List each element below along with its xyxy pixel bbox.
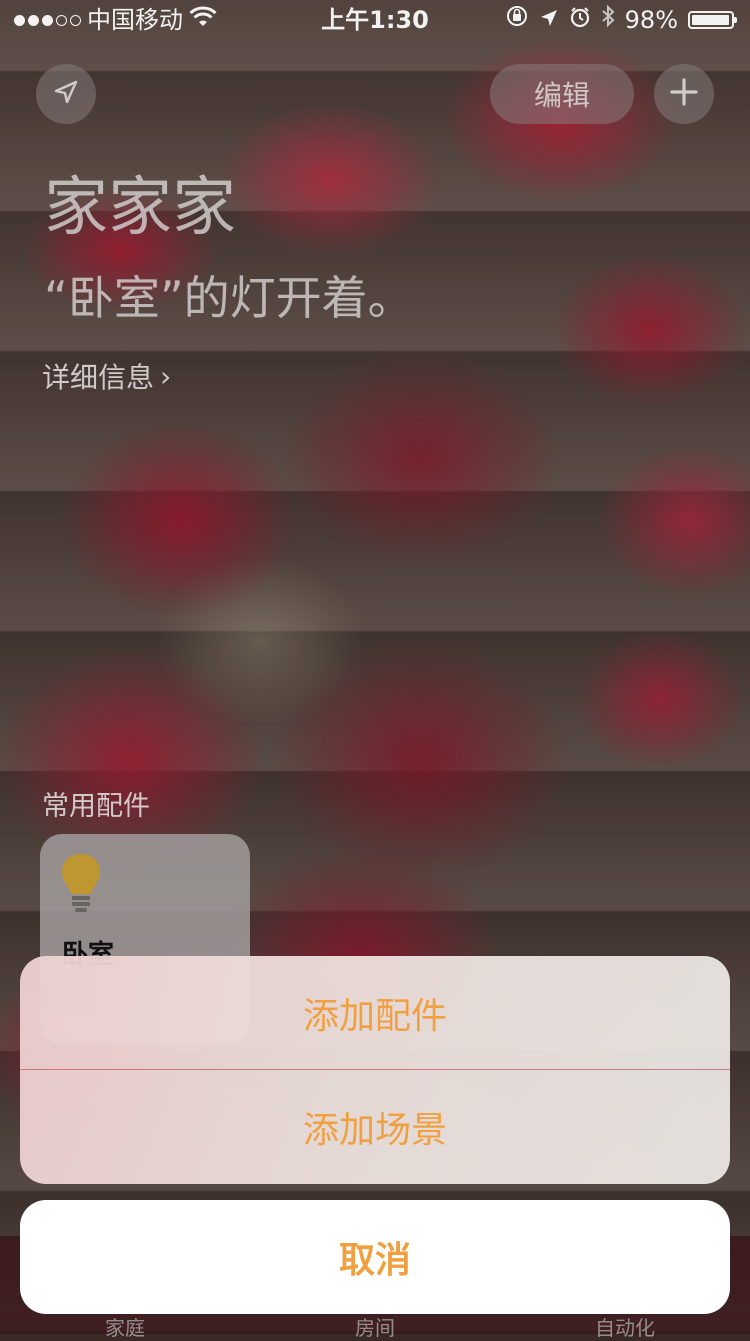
action-sheet: 添加配件 添加场景 [20, 956, 730, 1184]
add-scene-button[interactable]: 添加场景 [20, 1070, 730, 1183]
add-accessory-button[interactable]: 添加配件 [20, 956, 730, 1069]
cancel-button[interactable]: 取消 [20, 1200, 730, 1314]
